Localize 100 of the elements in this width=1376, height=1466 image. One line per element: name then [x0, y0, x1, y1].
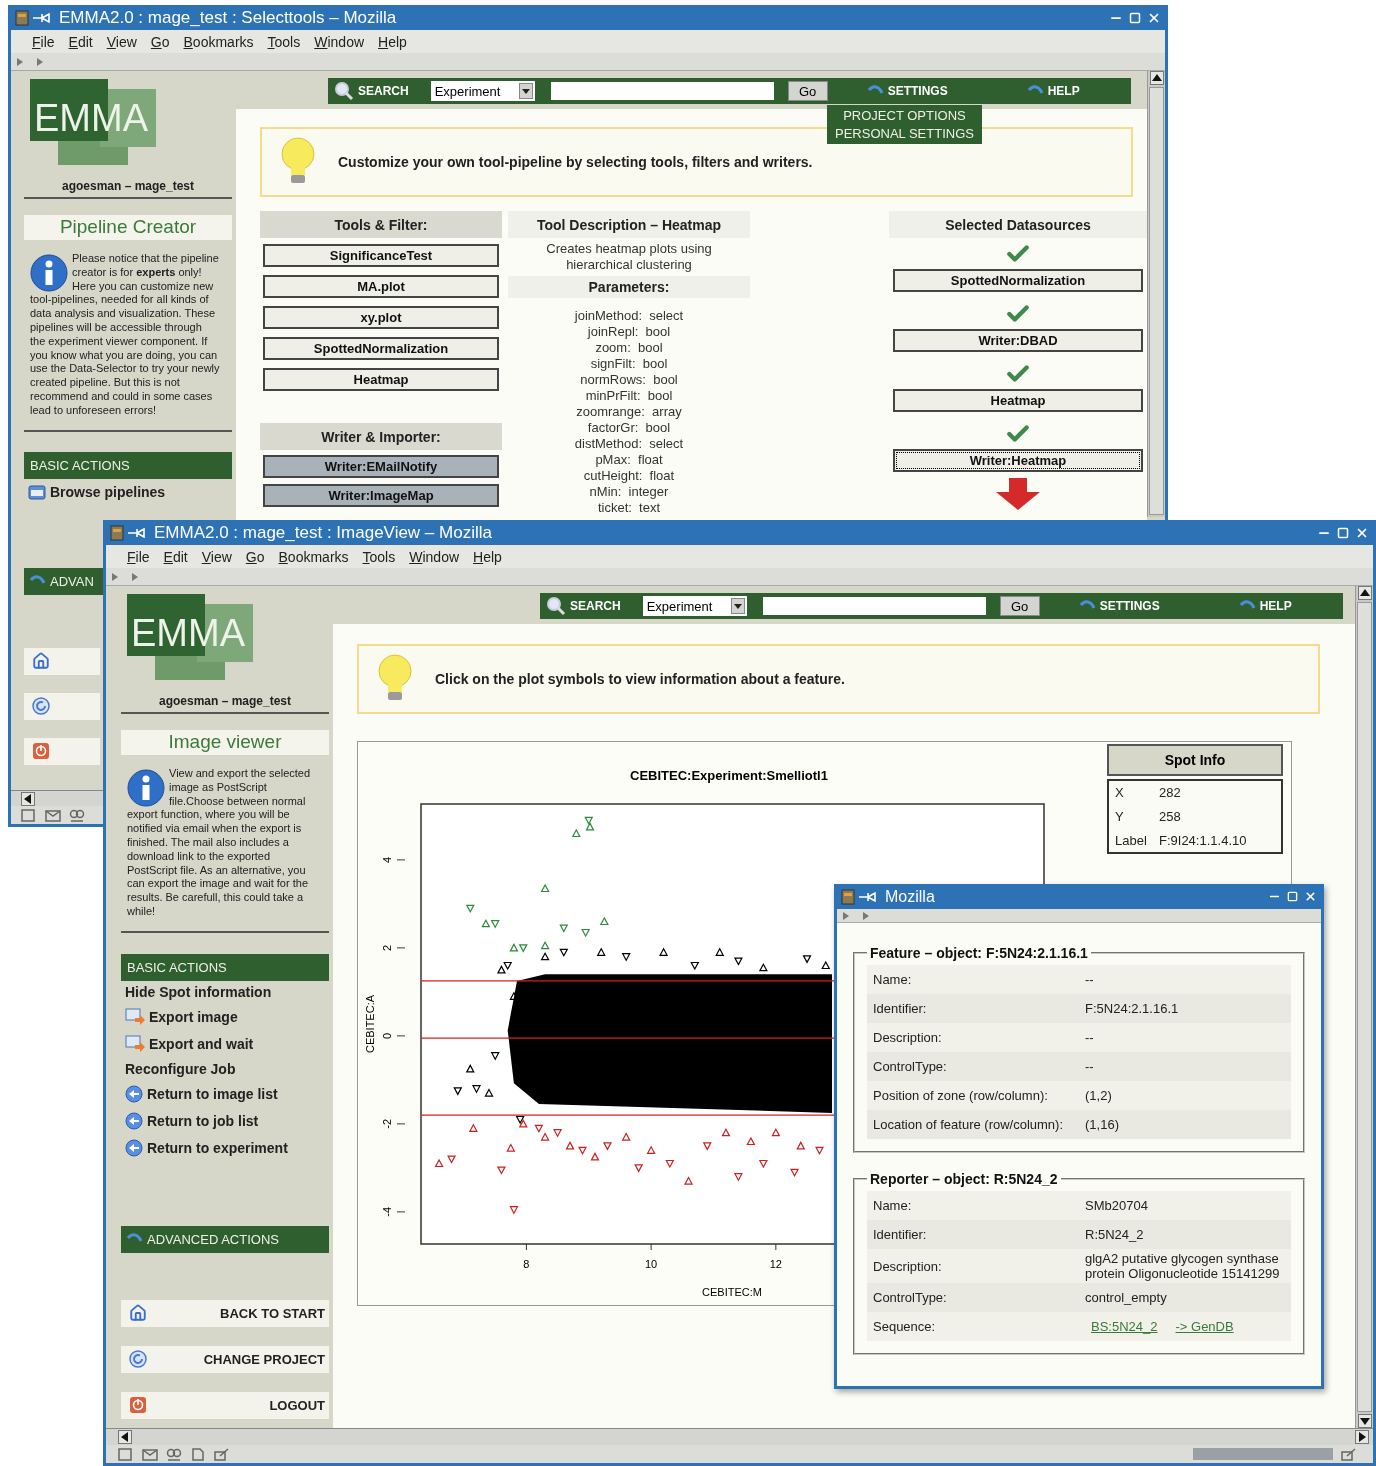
data-point[interactable]: [490, 1052, 500, 1061]
collapse-arrow-icon[interactable]: [132, 572, 138, 581]
data-point[interactable]: [559, 948, 569, 958]
datasource-button[interactable]: Writer:Heatmap: [893, 449, 1143, 472]
menu-item[interactable]: Help: [466, 548, 509, 565]
scope-select[interactable]: Experiment: [430, 81, 535, 101]
scope-select[interactable]: Experiment: [642, 596, 747, 616]
collapse-arrow-icon[interactable]: [112, 572, 118, 581]
envelope-icon[interactable]: [142, 1447, 158, 1461]
horizontal-scrollbar[interactable]: [11, 790, 103, 806]
go-button[interactable]: Go: [999, 596, 1040, 616]
sequence-link[interactable]: -> GenDB: [1175, 1319, 1234, 1334]
pin-icon[interactable]: [33, 12, 51, 23]
menu-item[interactable]: Edit: [61, 33, 100, 50]
menu-item[interactable]: View: [99, 33, 144, 50]
menu-item[interactable]: Go: [143, 33, 177, 50]
data-point[interactable]: [690, 961, 700, 971]
go-button[interactable]: Go: [787, 81, 828, 101]
scroll-up-icon[interactable]: [1149, 71, 1164, 85]
collapse-arrow-icon[interactable]: [17, 57, 23, 66]
sequence-link[interactable]: BS:5N24_2: [1091, 1319, 1158, 1334]
scrollbar-thumb[interactable]: [1357, 602, 1372, 1412]
menu-item[interactable]: File: [25, 33, 62, 50]
action-link[interactable]: Return to job list: [121, 1107, 329, 1135]
action-link[interactable]: Browse pipelines: [24, 478, 232, 506]
menu-option[interactable]: PROJECT OPTIONS: [835, 108, 974, 123]
data-point[interactable]: [465, 1064, 475, 1073]
scrollbar-thumb[interactable]: [1149, 87, 1164, 515]
nav-button[interactable]: [24, 647, 100, 675]
envelope-icon[interactable]: [45, 808, 61, 822]
menu-item[interactable]: Tools: [355, 548, 403, 565]
datasource-button[interactable]: Heatmap: [893, 389, 1143, 412]
action-link[interactable]: Hide Spot information: [121, 980, 329, 1004]
action-link[interactable]: Return to experiment: [121, 1134, 329, 1162]
menu-item[interactable]: Window: [402, 548, 467, 565]
action-link[interactable]: Reconfigure Job: [121, 1057, 329, 1081]
scroll-left-icon[interactable]: [118, 1430, 132, 1444]
data-point[interactable]: [540, 951, 550, 961]
connection-icon[interactable]: [1341, 1447, 1357, 1461]
app-icon[interactable]: [110, 524, 124, 541]
help-link[interactable]: HELP: [1027, 84, 1080, 98]
search-icon[interactable]: [546, 596, 566, 616]
datasource-button[interactable]: SpottedNormalization: [893, 269, 1143, 292]
data-point[interactable]: [802, 955, 812, 964]
writer-button[interactable]: Writer:ImageMap: [263, 484, 499, 507]
tool-button[interactable]: SpottedNormalization: [263, 337, 499, 360]
writer-button[interactable]: Writer:EMailNotify: [263, 455, 499, 478]
horizontal-scrollbar[interactable]: [106, 1428, 1373, 1445]
search-icon[interactable]: [334, 81, 354, 101]
data-point[interactable]: [758, 962, 768, 972]
settings-link[interactable]: SETTINGS: [867, 84, 948, 98]
data-point[interactable]: [715, 947, 725, 956]
tool-button[interactable]: xy.plot: [263, 306, 499, 329]
scroll-down-icon[interactable]: [1357, 1414, 1372, 1428]
datasource-button[interactable]: Writer:DBAD: [893, 329, 1143, 352]
data-point[interactable]: [453, 1087, 463, 1096]
vertical-scrollbar[interactable]: [1355, 586, 1373, 1428]
action-link[interactable]: Export and wait: [121, 1030, 329, 1058]
nav-button[interactable]: LOGOUT: [121, 1391, 329, 1419]
data-point[interactable]: [515, 1115, 525, 1125]
menu-item[interactable]: File: [120, 548, 157, 565]
app-icon[interactable]: [15, 9, 29, 26]
data-point[interactable]: [596, 947, 606, 956]
nav-button[interactable]: CHANGE PROJECT: [121, 1345, 329, 1373]
menu-item[interactable]: Edit: [156, 548, 195, 565]
dropdown-caret-icon[interactable]: [730, 598, 745, 614]
scroll-left-icon[interactable]: [21, 791, 35, 806]
pen-icon[interactable]: [214, 1447, 230, 1461]
data-point[interactable]: [503, 961, 513, 971]
data-point[interactable]: [518, 1119, 528, 1128]
dropdown-caret-icon[interactable]: [518, 83, 533, 99]
menu-item[interactable]: Tools: [260, 33, 308, 50]
data-point[interactable]: [621, 953, 631, 962]
maximize-icon[interactable]: [1337, 526, 1349, 539]
maximize-icon[interactable]: [1287, 891, 1298, 902]
settings-link[interactable]: SETTINGS: [1079, 599, 1160, 613]
collapse-arrow-icon[interactable]: [843, 911, 849, 920]
page-icon[interactable]: [190, 1447, 206, 1461]
tool-button[interactable]: MA.plot: [263, 275, 499, 298]
vertical-scrollbar[interactable]: [1147, 71, 1165, 517]
app-icon[interactable]: [841, 888, 855, 905]
people-icon[interactable]: [166, 1447, 182, 1461]
pin-icon[interactable]: [859, 891, 877, 902]
data-point[interactable]: [484, 1088, 494, 1097]
tool-button[interactable]: SignificanceTest: [263, 244, 499, 267]
data-point[interactable]: [472, 1085, 481, 1094]
tool-button[interactable]: Heatmap: [263, 368, 499, 391]
help-link[interactable]: HELP: [1239, 599, 1292, 613]
menu-item[interactable]: Go: [238, 548, 272, 565]
search-field[interactable]: [550, 82, 774, 100]
people-icon[interactable]: [69, 808, 85, 822]
data-point[interactable]: [821, 960, 831, 970]
data-point[interactable]: [496, 965, 506, 974]
search-field[interactable]: [762, 597, 986, 615]
maximize-icon[interactable]: [1129, 11, 1141, 24]
menu-item[interactable]: Window: [307, 33, 372, 50]
scroll-right-icon[interactable]: [1355, 1430, 1369, 1444]
data-point[interactable]: [659, 947, 669, 956]
menu-item[interactable]: Bookmarks: [271, 548, 356, 565]
nav-button[interactable]: [24, 737, 100, 765]
